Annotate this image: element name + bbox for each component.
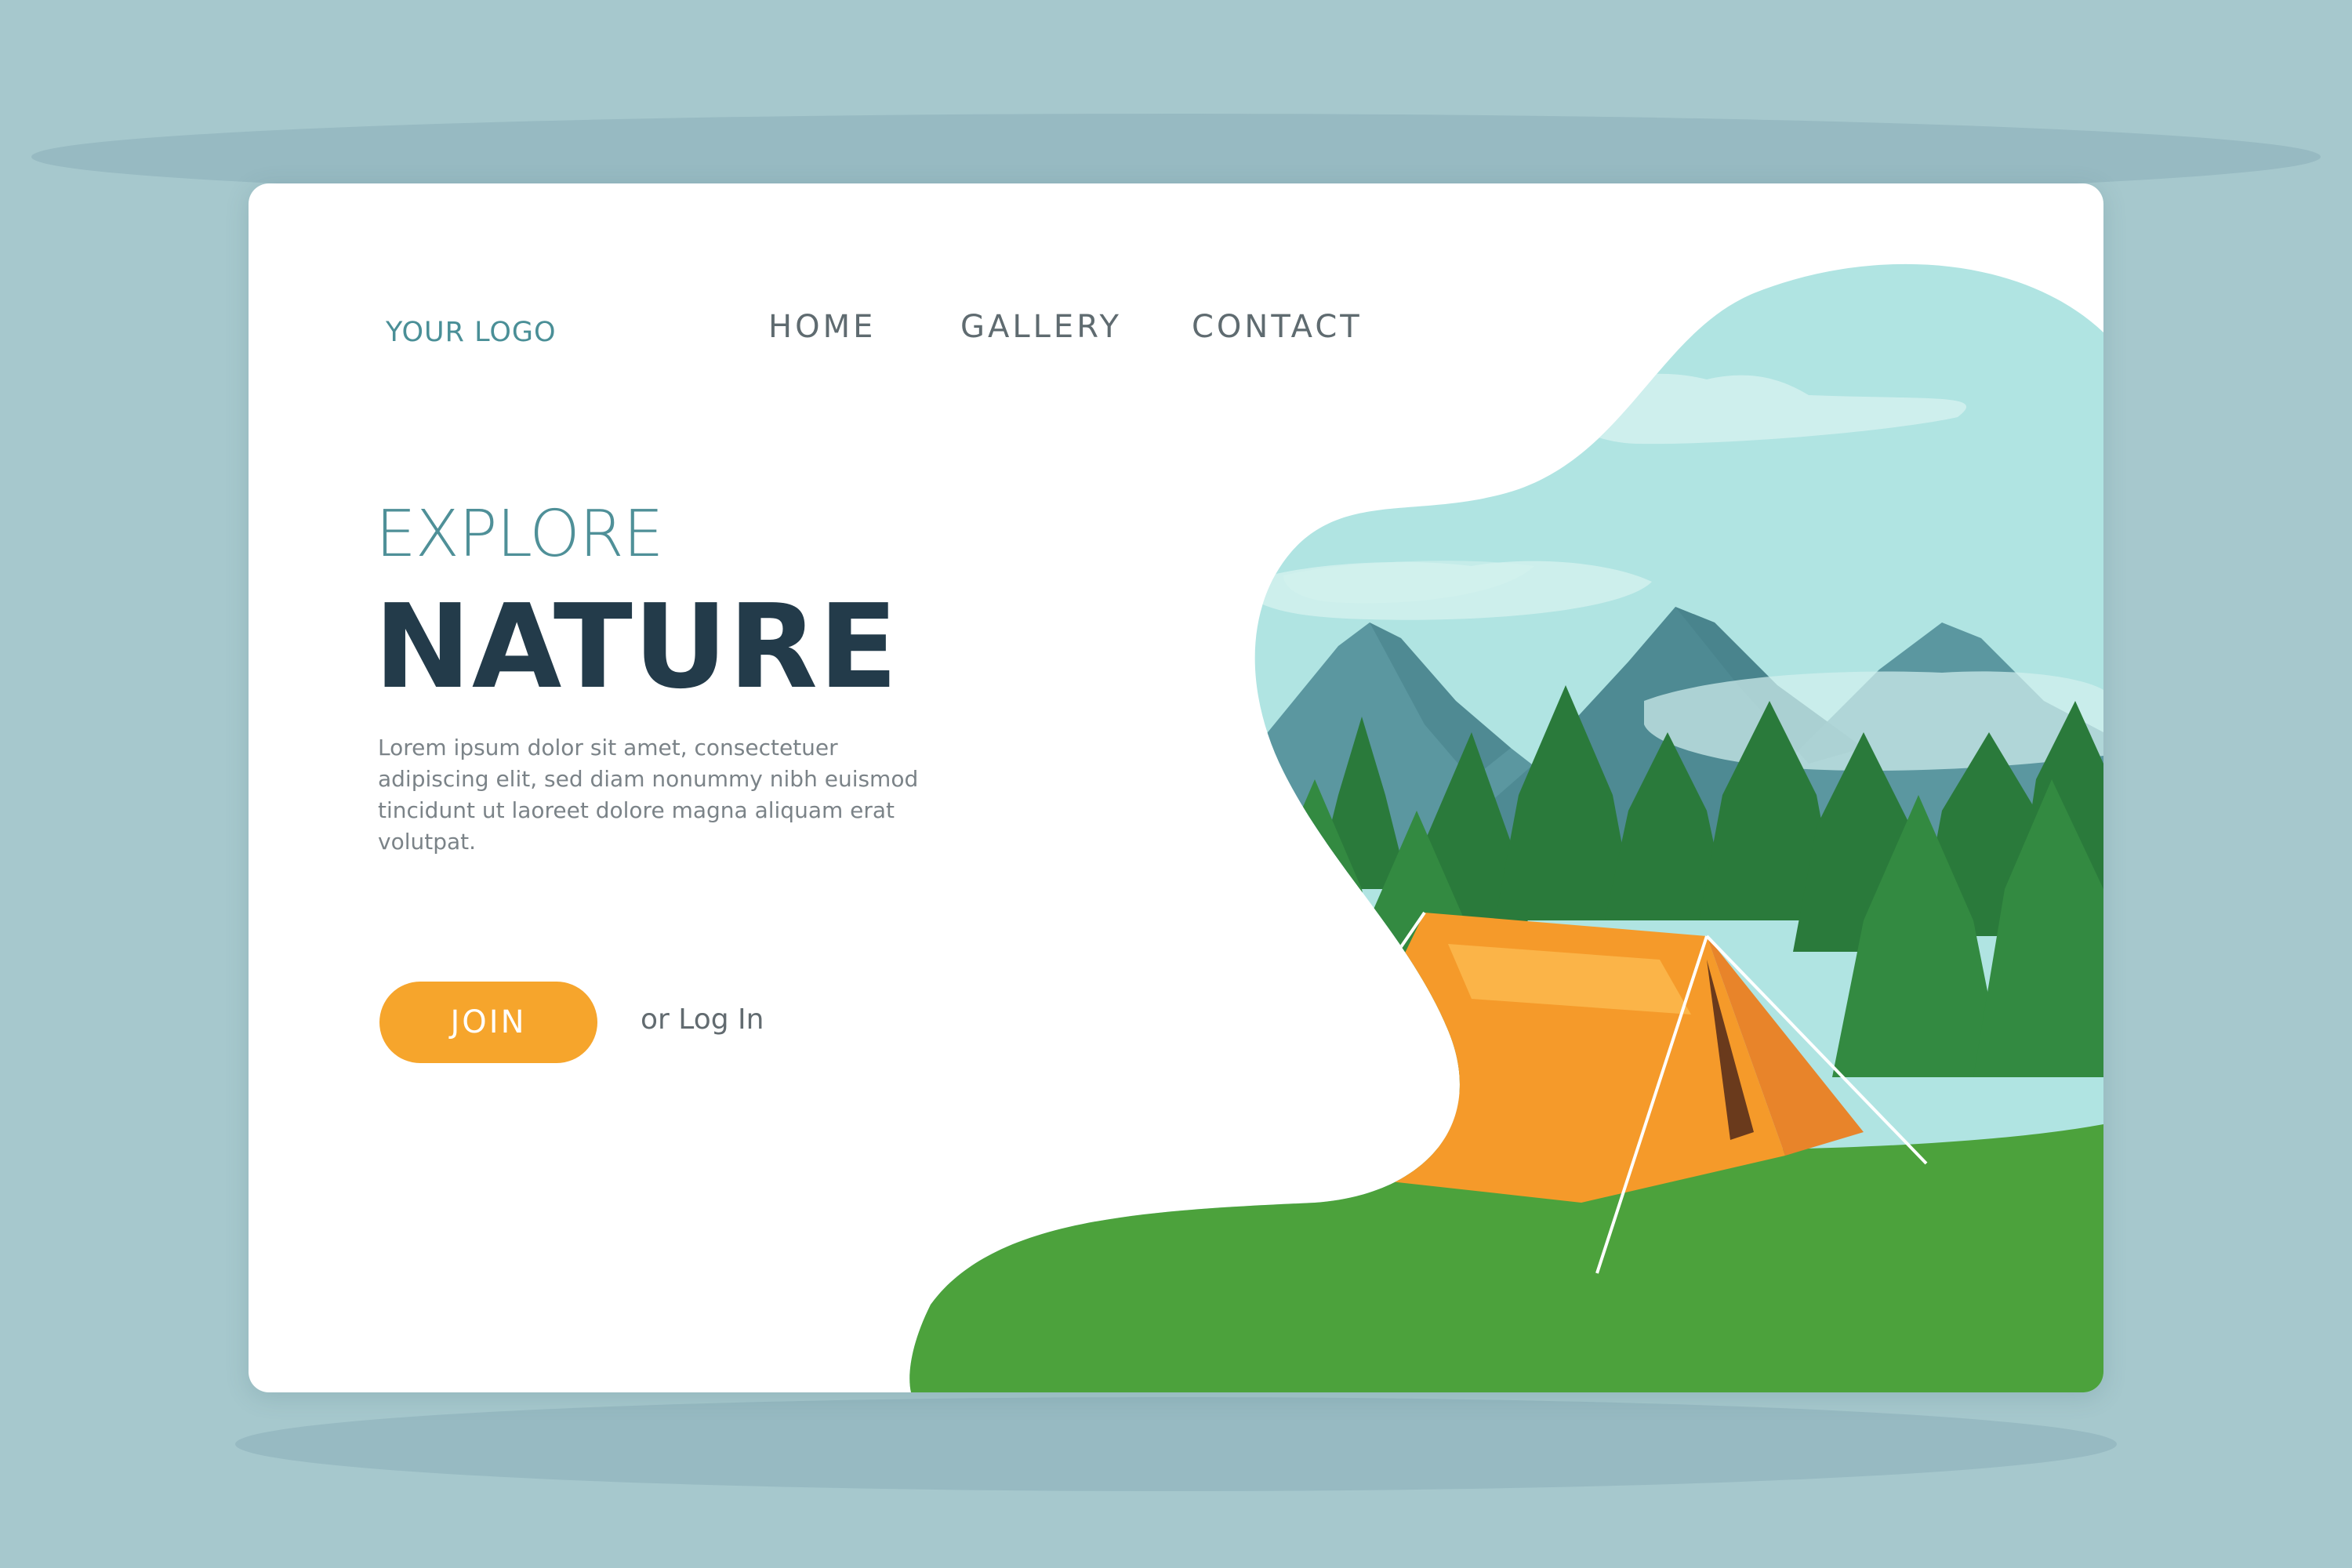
landing-page-card: YOUR LOGO HOME GALLERY CONTACT EXPLORE N…: [249, 183, 2103, 1392]
hero-eyebrow: EXPLORE: [376, 497, 664, 572]
tent-rope: [1235, 911, 1426, 1189]
hero-description: Lorem ipsum dolor sit amet, consectetuer…: [378, 735, 919, 855]
hero-headline: NATURE: [374, 579, 899, 714]
grass: [909, 1124, 2103, 1392]
nav-home[interactable]: HOME: [768, 309, 876, 345]
nav-gallery[interactable]: GALLERY: [960, 309, 1122, 345]
bottom-shadow-band: [235, 1397, 2117, 1491]
join-button[interactable]: JOIN: [379, 982, 597, 1063]
nav-contact[interactable]: CONTACT: [1192, 309, 1363, 345]
login-link[interactable]: or Log In: [641, 1004, 764, 1036]
site-logo[interactable]: YOUR LOGO: [386, 317, 557, 348]
